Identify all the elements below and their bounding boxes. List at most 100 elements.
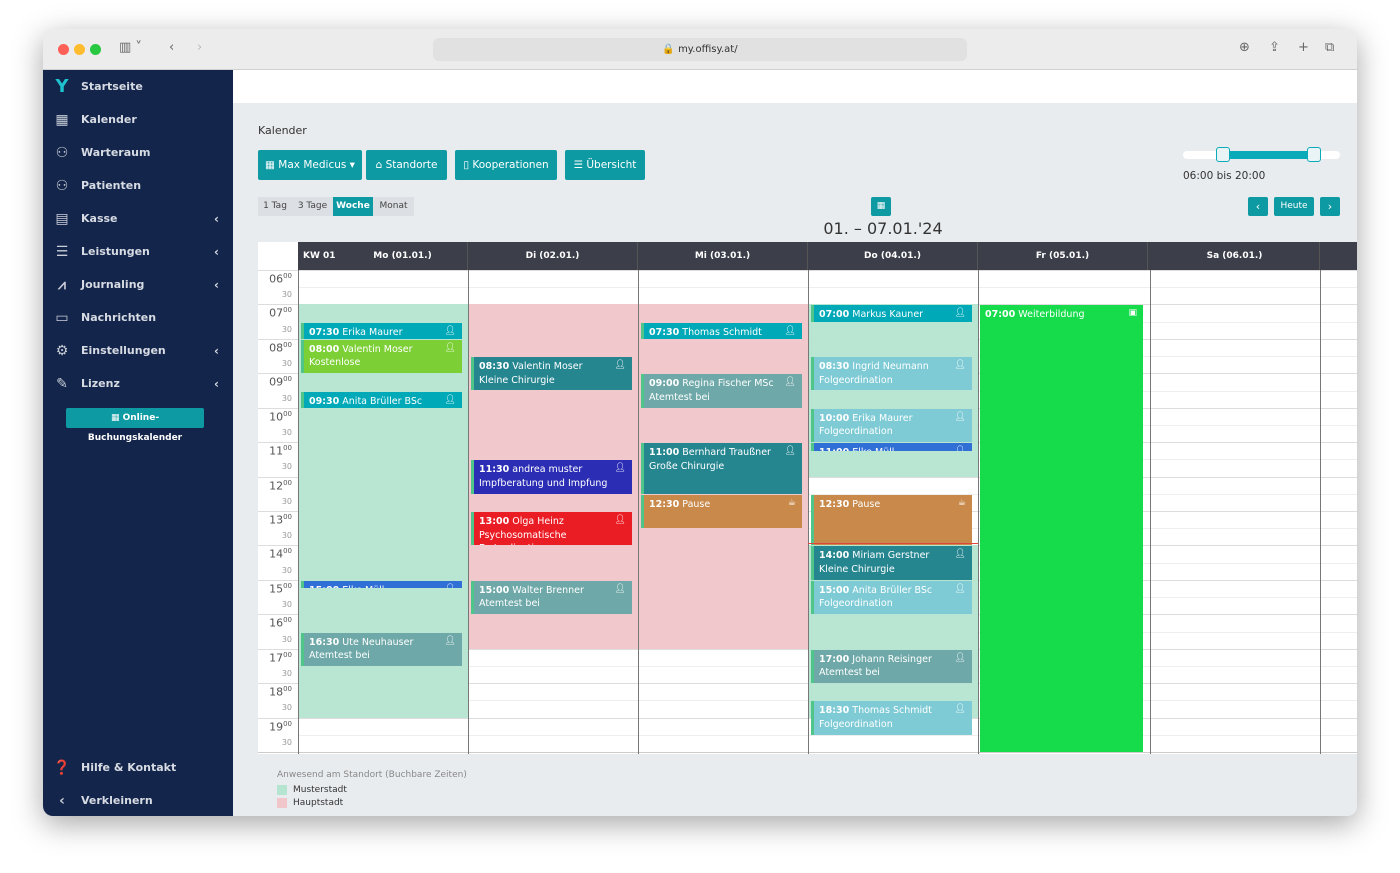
appointment[interactable]: 12:30 Pause ☕︎ — [811, 494, 972, 546]
list-icon: ☰ — [55, 243, 69, 260]
person-icon: 👤︎ — [954, 411, 966, 422]
forward-icon[interactable]: › — [197, 40, 202, 55]
minimize-window-button[interactable] — [74, 44, 85, 55]
previous-week-button[interactable]: ‹ — [1248, 197, 1268, 216]
hour-label: 13 — [269, 513, 284, 527]
view-1-day[interactable]: 1 Tag — [258, 197, 292, 216]
day-header[interactable]: Sa (06.01.) — [1150, 242, 1320, 270]
appointment-time: 13:00 — [479, 516, 510, 527]
appointment[interactable]: 15:00 Elke Müll 👤︎ — [301, 580, 462, 589]
appointment[interactable]: 07:00 Markus Kauner 👤︎ — [811, 305, 972, 322]
close-window-button[interactable] — [58, 44, 69, 55]
minute-label: 00 — [283, 272, 292, 280]
slider-start-handle[interactable] — [1216, 147, 1230, 162]
day-header[interactable]: Mi (03.01.) — [638, 242, 808, 270]
download-icon[interactable]: ⊕ — [1239, 40, 1250, 55]
sidebar-item-help[interactable]: ❓ Hilfe & Kontakt — [43, 751, 233, 784]
day-divider — [978, 270, 979, 754]
appointment[interactable]: 07:30 Thomas Schmidt 👤︎ — [641, 322, 802, 339]
appointment[interactable]: 15:00 Anita Brüller BSc Folgeordination 👤︎ — [811, 580, 972, 615]
appointment-name: Johann Reisinger — [852, 653, 932, 665]
overview-button[interactable]: ☰ Übersicht — [565, 150, 645, 180]
sidebar-item-label: Kalender — [81, 113, 137, 126]
sidebar-item-nachrichten[interactable]: ▭ Nachrichten — [43, 301, 233, 334]
locations-button[interactable]: ⌂ Standorte — [366, 150, 447, 180]
sidebar-item-leistungen[interactable]: ☰ Leistungen ‹ — [43, 235, 233, 268]
day-divider — [1150, 270, 1151, 754]
today-button[interactable]: Heute — [1274, 197, 1314, 216]
sidebar-item-lizenz[interactable]: ✎ Lizenz ‹ — [43, 367, 233, 400]
appointment[interactable]: 09:30 Anita Brüller BSc 👤︎ — [301, 391, 462, 408]
appointment[interactable]: 18:30 Thomas Schmidt Folgeordination 👤︎ — [811, 701, 972, 735]
slider-end-handle[interactable] — [1307, 147, 1321, 162]
sidebar-item-warteraum[interactable]: ⚇ Warteraum — [43, 136, 233, 169]
time-label: 1500 — [258, 582, 298, 596]
appointment[interactable]: 11:00 Elke Müll 👤︎ — [811, 443, 972, 451]
time-label: 1100 — [258, 444, 298, 458]
date-picker-button[interactable]: ▦ — [871, 197, 891, 216]
sidebar-item-patienten[interactable]: ⚇ Patienten — [43, 169, 233, 202]
day-header[interactable]: Fr (05.01.) — [978, 242, 1148, 270]
appointment[interactable]: 10:00 Erika Maurer Folgeordination 👤︎ — [811, 408, 972, 443]
back-icon[interactable]: ‹ — [169, 40, 174, 55]
minute-label: 00 — [283, 340, 292, 349]
online-booking-button[interactable]: ▦ Online-Buchungskalender — [66, 408, 204, 443]
appointment[interactable]: 08:30 Ingrid Neumann Folgeordination 👤︎ — [811, 357, 972, 391]
share-icon[interactable]: ⇪ — [1269, 40, 1280, 55]
sidebar-toggle-icon[interactable]: ▥ ˅ — [119, 40, 142, 55]
tabs-icon[interactable]: ⧉ — [1325, 40, 1334, 55]
locations-label: Standorte — [385, 159, 438, 171]
sidebar-item-startseite[interactable]: Y Startseite — [43, 70, 233, 103]
appointment[interactable]: 11:00 Bernhard Traußner Große Chirurgie 👤︎ — [641, 443, 802, 494]
appointment[interactable]: 15:00 Walter Brenner Atemtest bei 👤︎ — [471, 580, 632, 615]
time-label: 1200 — [258, 479, 298, 493]
next-week-button[interactable]: › — [1320, 197, 1340, 216]
chevron-left-icon: ‹ — [214, 376, 219, 391]
appointment[interactable]: 16:30 Ute Neuhauser Atemtest bei 👤︎ — [301, 632, 462, 666]
view-month[interactable]: Monat — [373, 197, 414, 216]
sidebar-item-journaling[interactable]: ⩘ Journaling ‹ — [43, 268, 233, 301]
person-icon: 👤︎ — [444, 394, 456, 405]
person-icon: 👤︎ — [784, 377, 796, 388]
time-range-slider[interactable] — [1183, 147, 1340, 162]
user-dropdown-button[interactable]: ▦ Max Medicus ▾ — [258, 150, 362, 180]
appointment-description: Große Chirurgie — [649, 460, 725, 472]
view-3-days[interactable]: 3 Tage — [292, 197, 333, 216]
time-label: 1700 — [258, 651, 298, 665]
appointment[interactable]: 09:00 Regina Fischer MSc Atemtest bei 👤︎ — [641, 374, 802, 408]
appointment-name: Ute Neuhauser — [342, 636, 414, 648]
address-bar[interactable]: 🔒 my.offisy.at/ — [433, 38, 967, 61]
appointment[interactable]: 08:30 Valentin Moser Kleine Chirurgie 👤︎ — [471, 357, 632, 391]
appointment[interactable]: 13:00 Olga Heinz Psychosomatische Erstord… — [471, 512, 632, 546]
appointment-time: 09:00 — [649, 378, 680, 390]
appointment[interactable]: 08:00 Valentin Moser Kostenlose 👤︎ — [301, 339, 462, 374]
appointment-time: 08:30 — [479, 361, 510, 373]
minute-label: 00 — [283, 719, 292, 728]
day-header[interactable]: Mo (01.01.) — [338, 242, 468, 270]
view-week[interactable]: Woche — [333, 197, 373, 216]
appointment[interactable]: 07:00 Weiterbildung ▣ — [980, 305, 1143, 752]
day-header[interactable]: Di (02.01.) — [468, 242, 638, 270]
legend-item: Hauptstadt — [277, 798, 467, 808]
maximize-window-button[interactable] — [90, 44, 101, 55]
sidebar-item-kalender[interactable]: ▦ Kalender — [43, 103, 233, 136]
sidebar-collapse[interactable]: ‹ Verkleinern — [43, 784, 233, 816]
appointment[interactable]: 11:30 andrea muster Impfberatung und Impf… — [471, 460, 632, 494]
appointment-time: 11:00 — [649, 447, 680, 459]
appointment-time: 08:00 — [309, 343, 340, 355]
chart-icon: ⩘ — [58, 276, 66, 293]
messages-icon: ▭ — [55, 309, 69, 326]
appointment[interactable]: 12:30 Pause ☕︎ — [641, 494, 802, 529]
hour-label: 14 — [269, 548, 284, 562]
day-header[interactable]: Do (04.01.) — [808, 242, 978, 270]
appointment[interactable]: 07:30 Erika Maurer 👤︎ — [301, 322, 462, 339]
cooperations-button[interactable]: ▯ Kooperationen — [455, 150, 557, 180]
half-hour-label: 30 — [281, 290, 292, 300]
appointment[interactable]: 14:00 Miriam Gerstner Kleine Chirurgie 👤︎ — [811, 546, 972, 580]
appointment-name: Pause — [852, 498, 881, 510]
appointment[interactable]: 17:00 Johann Reisinger Atemtest bei 👤︎ — [811, 649, 972, 684]
person-icon: 👤︎ — [614, 515, 626, 525]
sidebar-item-einstellungen[interactable]: ⚙ Einstellungen ‹ — [43, 334, 233, 367]
sidebar-item-kasse[interactable]: ▤ Kasse ‹ — [43, 202, 233, 235]
new-tab-icon[interactable]: + — [1298, 40, 1309, 55]
